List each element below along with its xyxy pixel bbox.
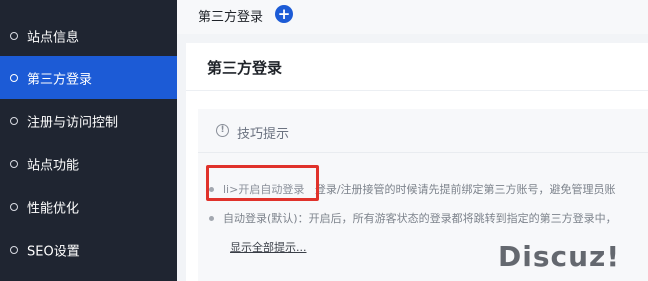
tip-text: 登录/注册接管的时候请先提前绑定第三方账号，避免管理员账 [314, 183, 616, 196]
discuz-watermark: Discuz! [498, 240, 621, 273]
bullet-icon [10, 116, 18, 125]
bullet-dot [209, 186, 214, 192]
sidebar: 站点信息 第三方登录 注册与访问控制 站点功能 性能优化 SEO设置 [0, 0, 177, 281]
topbar: 第三方登录 + [177, 0, 648, 34]
tips-header: ! 技巧提示 [198, 109, 648, 153]
bullet-icon [10, 31, 18, 40]
tip-text: 自动登录(默认)：开启后，所有游客状态的登录都将跳转到指定的第三方登录中， [223, 212, 617, 225]
breadcrumb: 第三方登录 [198, 10, 264, 25]
bullet-icon [10, 73, 18, 82]
sidebar-item-label: 第三方登录 [27, 72, 93, 87]
sidebar-item-registration-access[interactable]: 注册与访问控制 [0, 99, 177, 142]
sidebar-item-label: SEO设置 [27, 244, 80, 259]
tip-highlight-text: li>开启自动登录 [223, 183, 305, 196]
bullet-icon [10, 159, 18, 168]
bullet-dot [209, 215, 214, 221]
plus-circle-icon[interactable]: + [275, 5, 293, 23]
sidebar-item-label: 性能优化 [27, 201, 80, 216]
sidebar-item-label: 站点功能 [27, 158, 80, 173]
sidebar-item-site-info[interactable]: 站点信息 [0, 14, 177, 57]
bullet-icon [10, 245, 18, 254]
tip-item: li>开启自动登录 登录/注册接管的时候请先提前绑定第三方账号，避免管理员账 [209, 181, 648, 197]
sidebar-item-label: 站点信息 [27, 30, 80, 45]
sidebar-item-performance[interactable]: 性能优化 [0, 185, 177, 228]
tip-item: 自动登录(默认)：开启后，所有游客状态的登录都将跳转到指定的第三方登录中， [209, 210, 648, 226]
tips-title: 技巧提示 [237, 127, 290, 142]
sidebar-item-seo[interactable]: SEO设置 [0, 228, 177, 271]
bullet-icon [10, 202, 18, 211]
exclamation-circle-icon: ! [216, 124, 229, 137]
sidebar-item-site-features[interactable]: 站点功能 [0, 142, 177, 185]
show-all-tips-link[interactable]: 显示全部提示... [230, 239, 307, 255]
panel-header: 第三方登录 [186, 43, 648, 91]
sidebar-item-third-party-login[interactable]: 第三方登录 [0, 56, 177, 99]
main-content: 第三方登录 + 第三方登录 ! 技巧提示 li>开启自动登录 登录/注册接管的时… [177, 0, 648, 281]
page-title: 第三方登录 [207, 59, 283, 77]
sidebar-item-label: 注册与访问控制 [27, 115, 119, 130]
